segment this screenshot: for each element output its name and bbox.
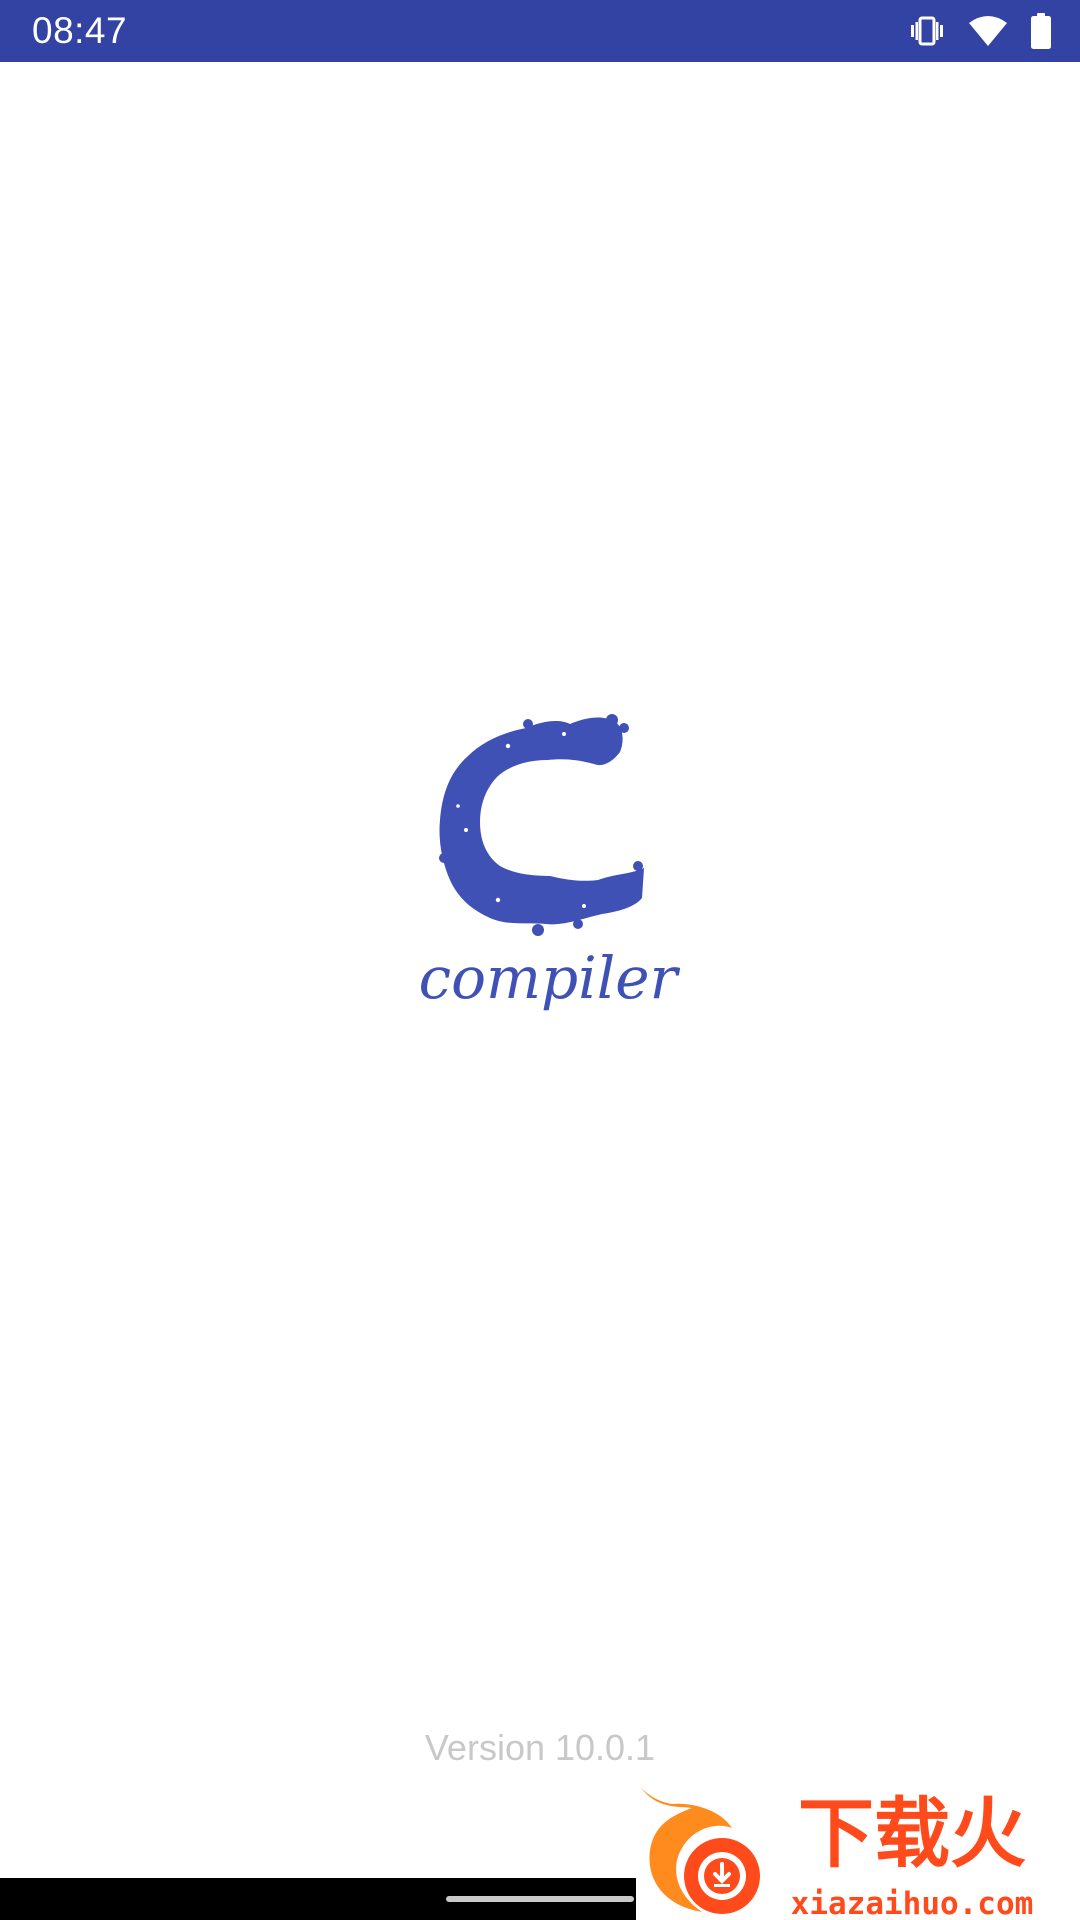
watermark-logo: 下载火 xiazaihuo.com bbox=[636, 1782, 1080, 1920]
status-bar: 08:47 bbox=[0, 0, 1080, 62]
app-logo: compiler bbox=[388, 710, 708, 1040]
home-handle[interactable] bbox=[446, 1896, 634, 1902]
logo-word: compiler bbox=[419, 944, 681, 1012]
splash-screen: 08:47 compiler Version 10.0.1 下载火 xiazai… bbox=[0, 0, 1080, 1920]
battery-icon bbox=[1030, 13, 1052, 49]
version-label: Version 10.0.1 bbox=[424, 1727, 656, 1768]
status-time: 08:47 bbox=[32, 10, 128, 51]
app-logo-graphic: compiler bbox=[419, 714, 681, 1012]
watermark-chinese: 下载火 bbox=[798, 1789, 1026, 1878]
watermark-graphic: 下载火 xiazaihuo.com bbox=[640, 1786, 1034, 1920]
status-icons bbox=[908, 13, 1052, 49]
vibrate-icon bbox=[908, 16, 946, 46]
wifi-icon bbox=[968, 15, 1008, 47]
watermark-domain: xiazaihuo.com bbox=[791, 1886, 1034, 1920]
